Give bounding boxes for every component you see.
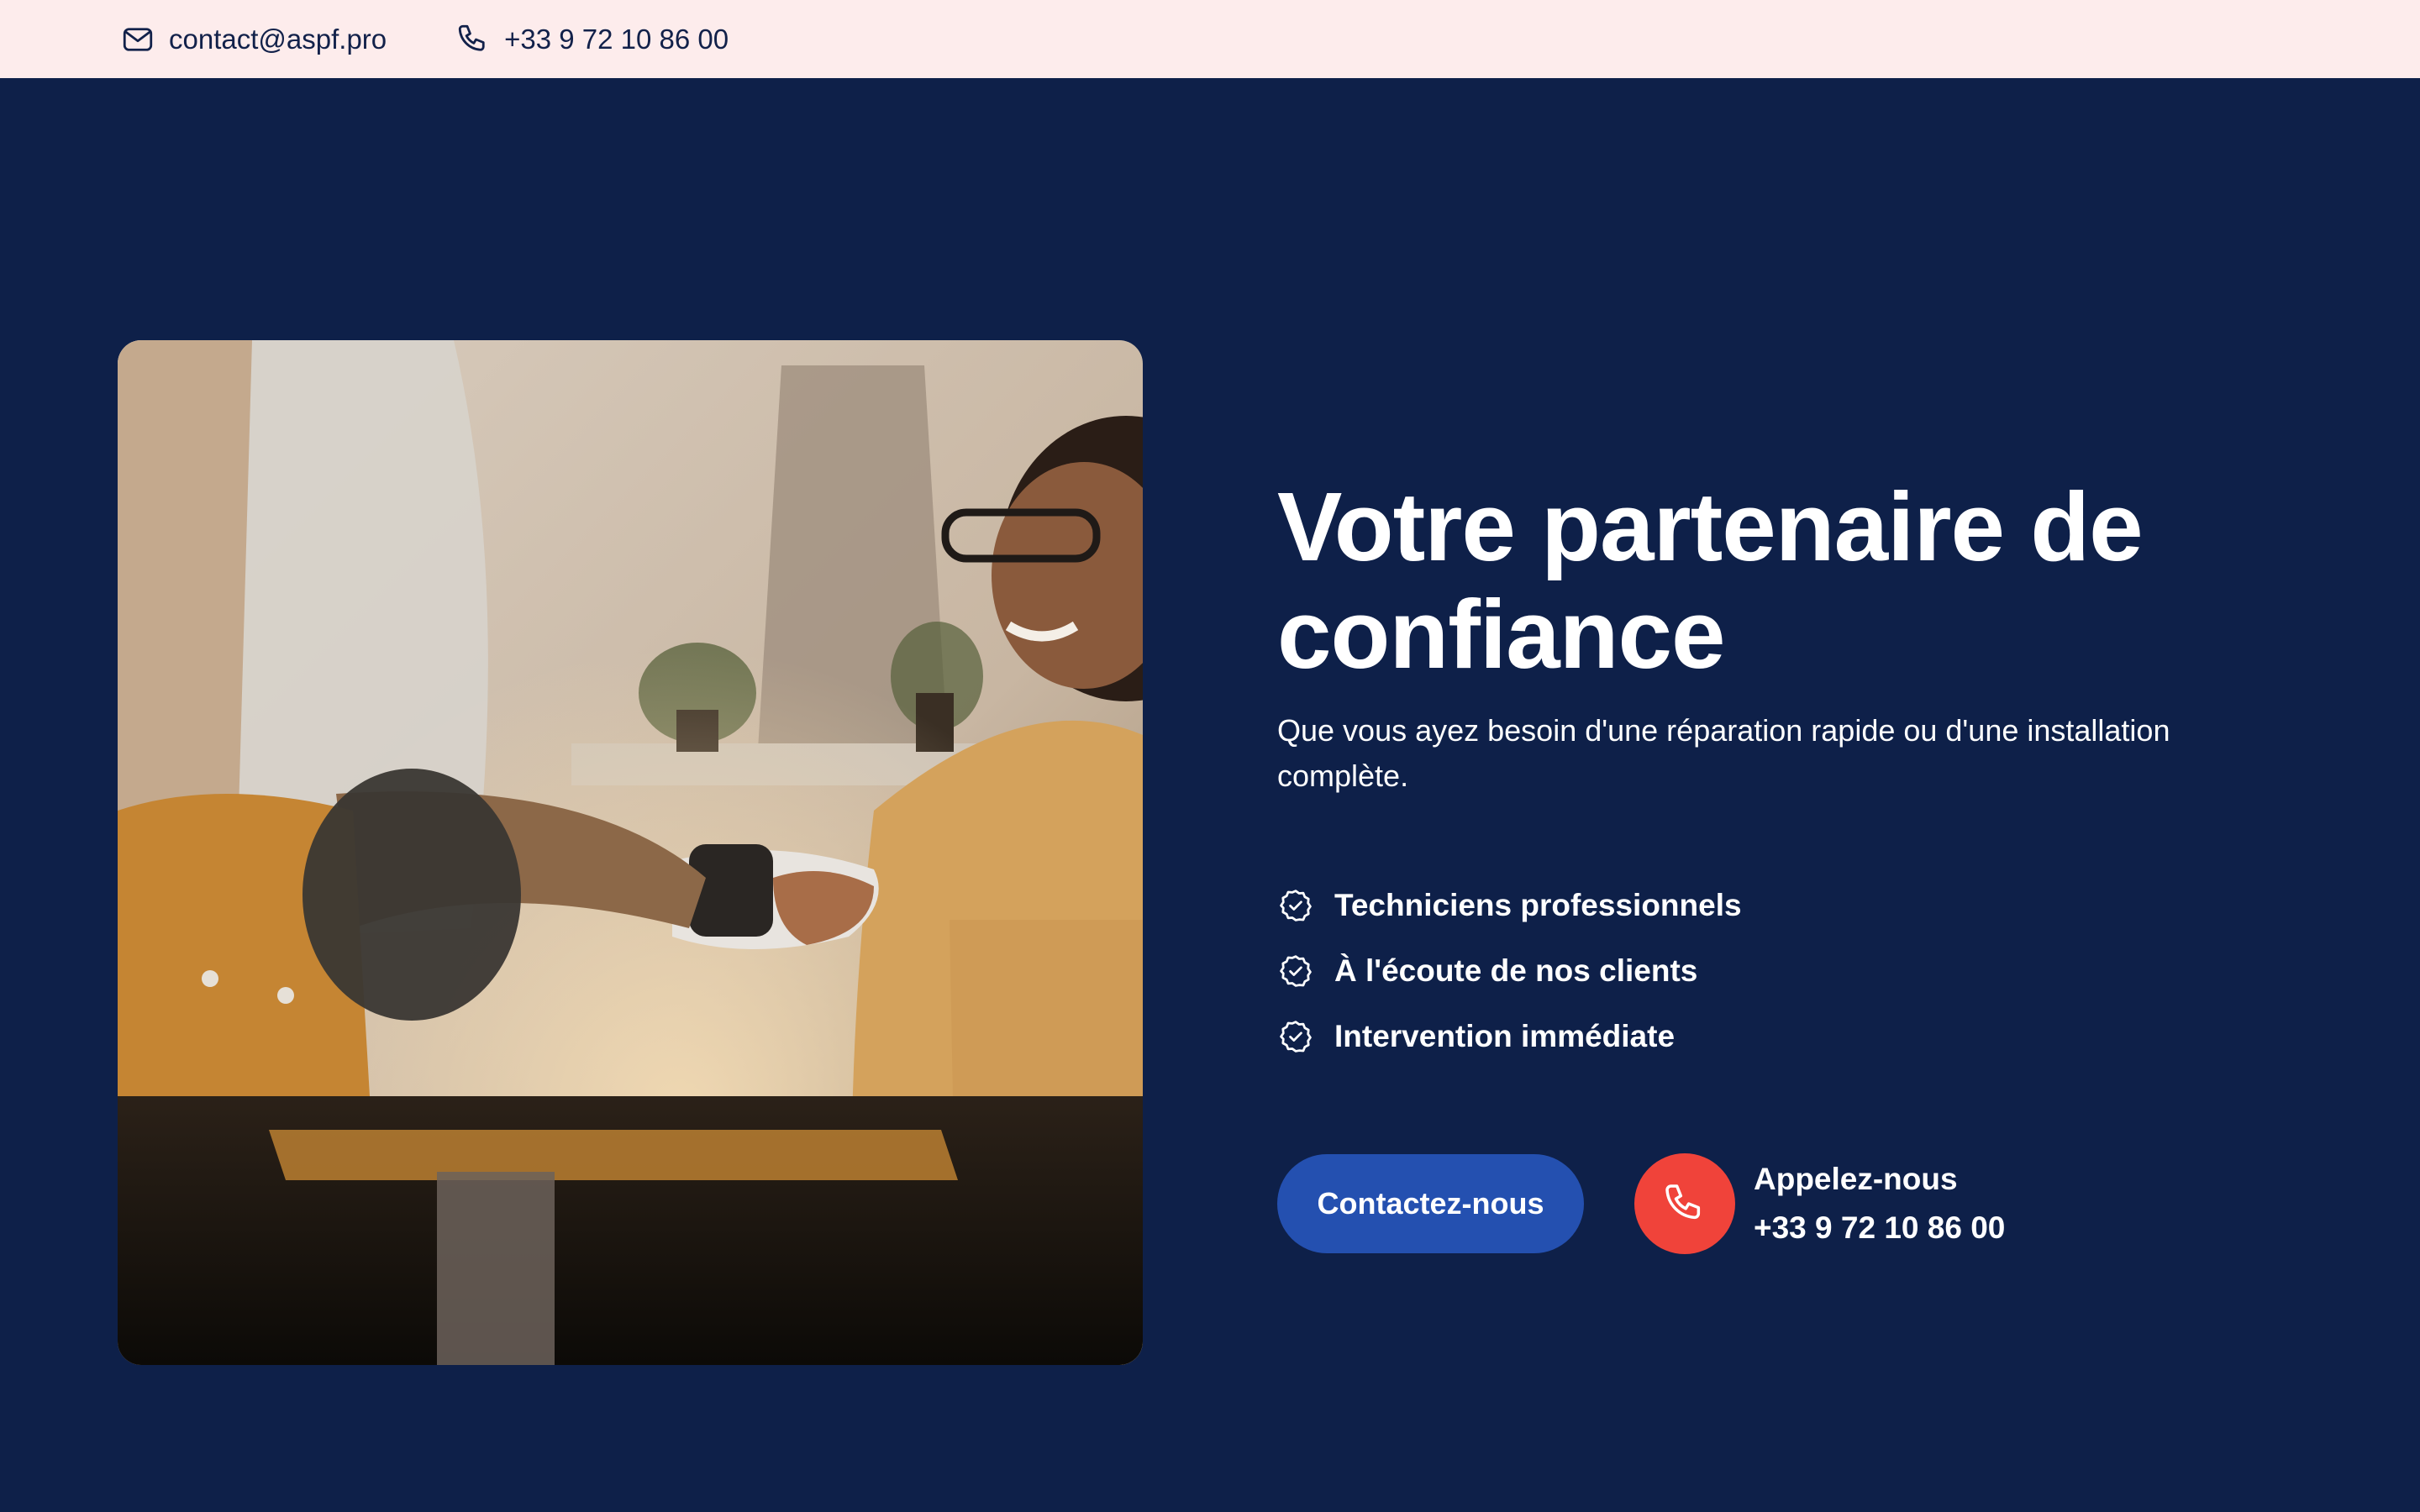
feature-label: À l'écoute de nos clients — [1334, 953, 1698, 988]
badge-check-icon — [1280, 890, 1312, 921]
hero-photo — [118, 340, 1143, 1365]
email-text: contact@aspf.pro — [169, 23, 387, 55]
page-title: Votre partenaire de confiance — [1277, 472, 2144, 689]
feature-item: Techniciens professionnels — [1277, 873, 2286, 938]
hero-section: Votre partenaire de confiance Que vous a… — [0, 78, 2420, 1512]
call-button[interactable] — [1634, 1153, 1735, 1254]
feature-item: Intervention immédiate — [1277, 1004, 2286, 1069]
call-label: Appelez-nous — [1754, 1162, 1958, 1196]
badge-check-icon — [1280, 955, 1312, 987]
feature-list: Techniciens professionnels À l'écoute de… — [1277, 873, 2286, 1069]
phone-link[interactable]: +33 9 72 10 86 00 — [455, 22, 729, 57]
feature-label: Intervention immédiate — [1334, 1019, 1676, 1053]
phone-icon — [1665, 1184, 1701, 1220]
call-phone-number[interactable]: +33 9 72 10 86 00 — [1754, 1204, 2005, 1252]
feature-label: Techniciens professionnels — [1334, 888, 1742, 922]
phone-icon — [458, 24, 485, 51]
call-text: Appelez-nous +33 9 72 10 86 00 — [1754, 1155, 2005, 1252]
hero-content: Votre partenaire de confiance Que vous a… — [1277, 473, 2286, 1254]
hero-subtitle: Que vous ayez besoin d'une réparation ra… — [1277, 713, 2170, 793]
phone-text: +33 9 72 10 86 00 — [504, 23, 729, 55]
badge-check-icon — [1280, 1021, 1312, 1053]
mail-icon — [123, 27, 153, 51]
cta-row: Contactez-nous Appelez-nous +33 9 72 10 … — [1277, 1153, 2286, 1254]
call-link[interactable]: Appelez-nous +33 9 72 10 86 00 — [1634, 1153, 2005, 1254]
email-link[interactable]: contact@aspf.pro — [120, 22, 387, 57]
contact-button[interactable]: Contactez-nous — [1277, 1154, 1584, 1253]
top-contact-bar: contact@aspf.pro +33 9 72 10 86 00 — [0, 0, 2420, 78]
feature-item: À l'écoute de nos clients — [1277, 938, 2286, 1004]
